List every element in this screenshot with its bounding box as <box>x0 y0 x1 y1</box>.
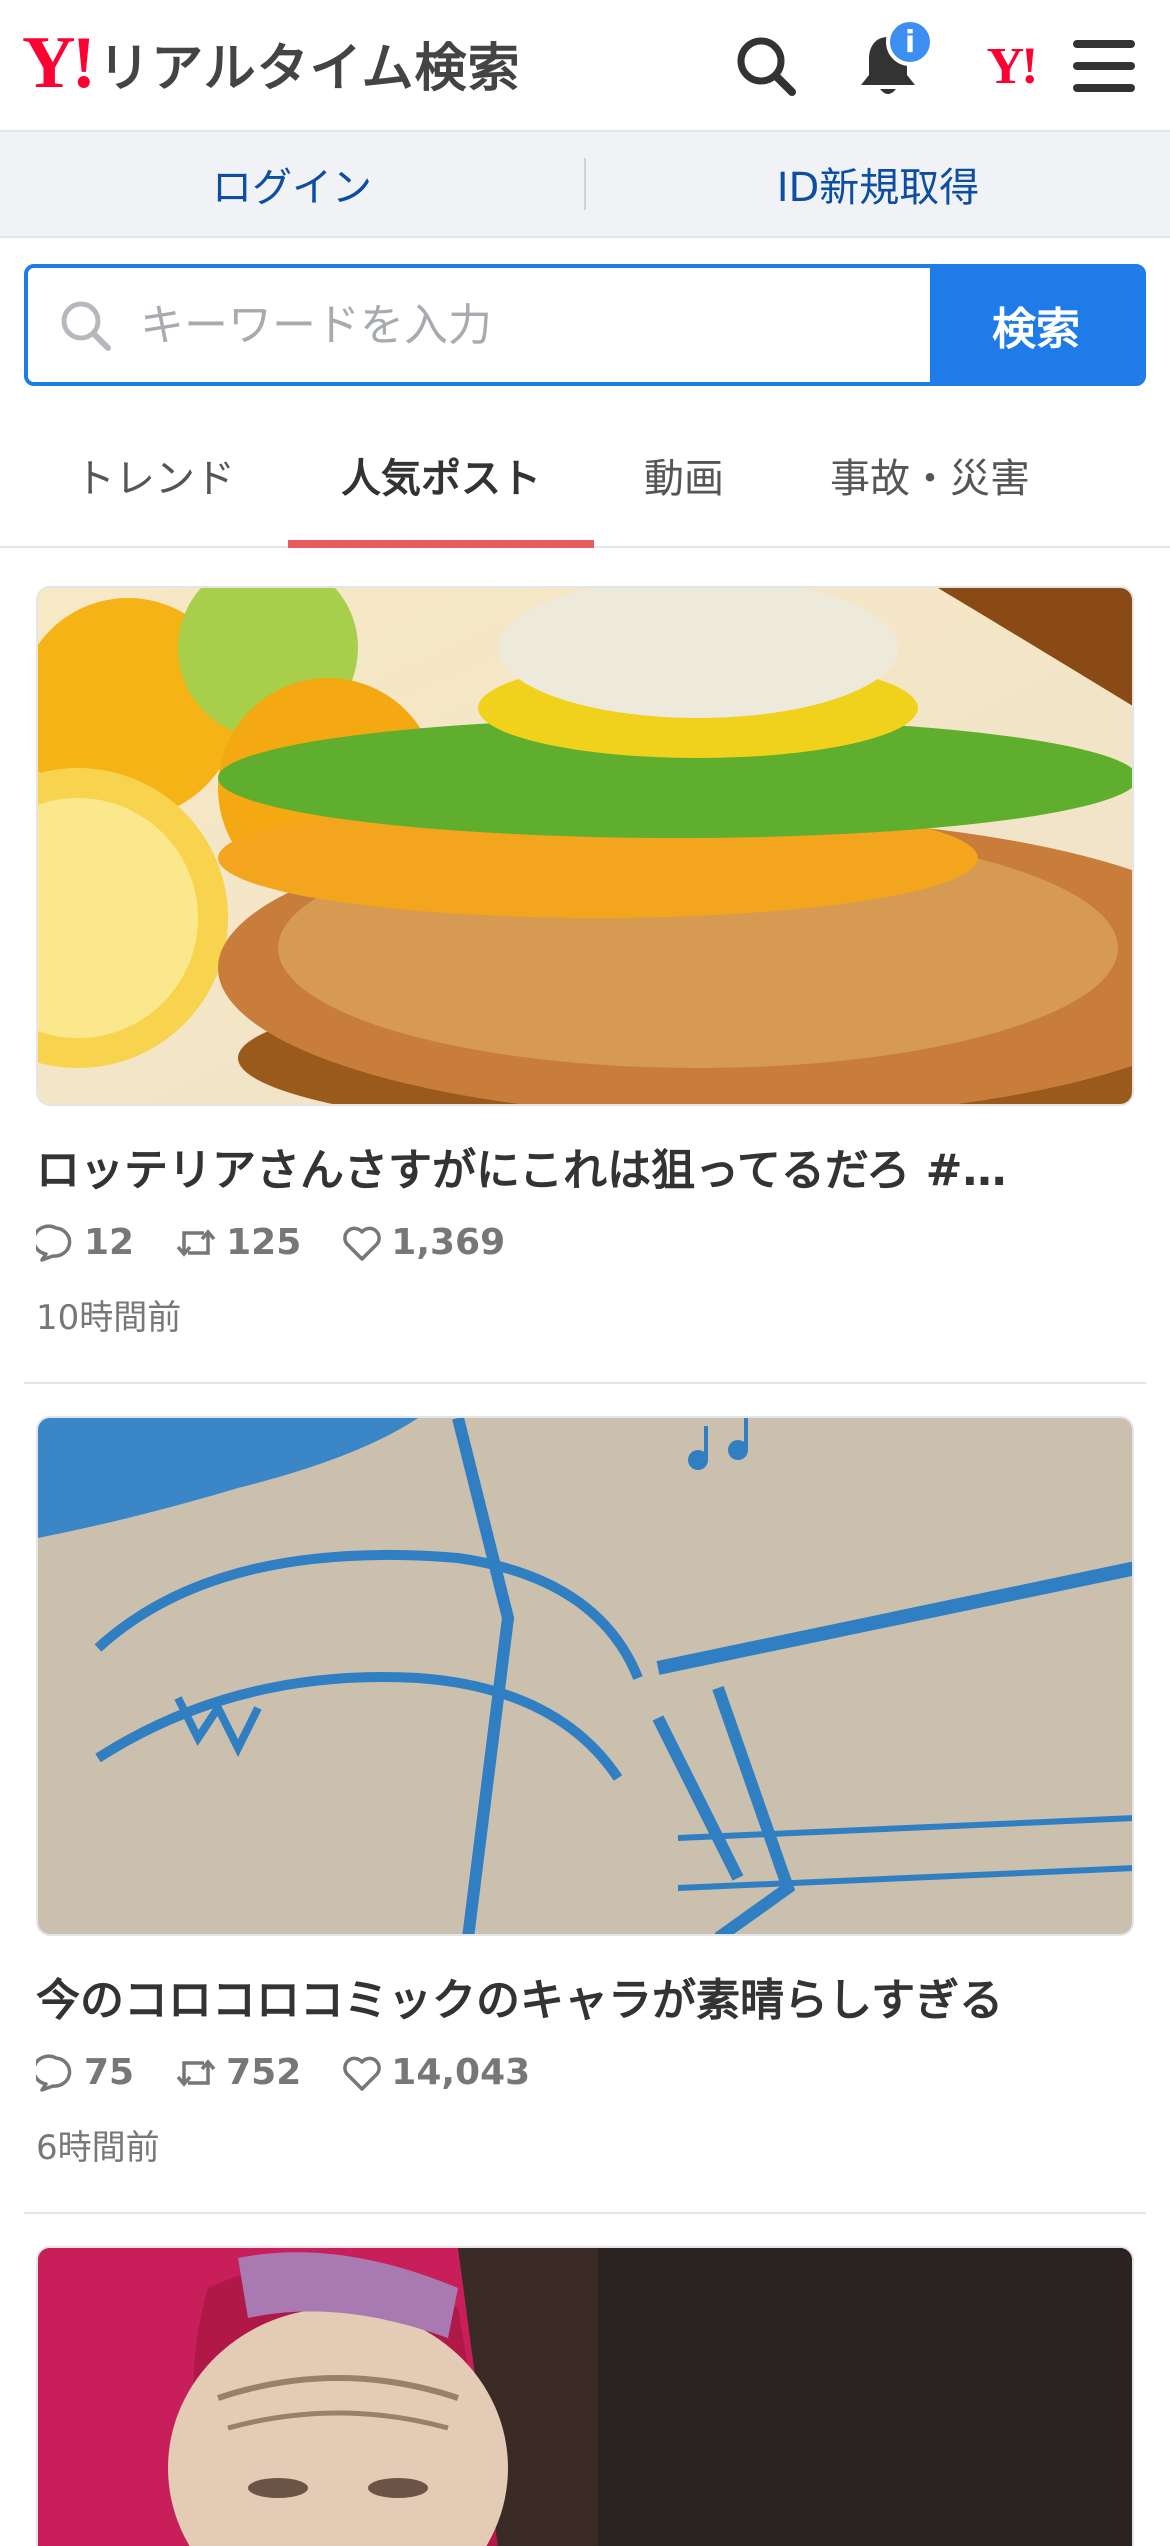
burger-photo <box>38 588 1132 1104</box>
category-tabs: トレンド 人気ポスト 動画 事故・災害 <box>0 404 1170 548</box>
repost-count: 125 <box>226 1222 302 1263</box>
register-link[interactable]: ID新規取得 <box>586 132 1170 236</box>
tab-popular-posts[interactable]: 人気ポスト <box>288 404 594 548</box>
post-timestamp: 6時間前 <box>36 2128 160 2168</box>
reply-stat[interactable]: 75 <box>36 2052 134 2093</box>
yahoo-logo-mark: Y! <box>22 22 96 104</box>
repost-icon <box>176 2058 216 2087</box>
app-header: Y! リアルタイム検索 i Y! <box>0 0 1170 132</box>
like-count: 1,369 <box>391 1222 506 1263</box>
reply-icon <box>36 2054 72 2092</box>
yahoo-japan-home-icon[interactable]: Y! <box>966 26 1056 106</box>
search-field-icon <box>61 301 111 351</box>
post-image[interactable] <box>36 2246 1134 2546</box>
yahoo-realtime-logo[interactable]: Y! リアルタイム検索 <box>22 22 521 104</box>
elderly-woman-photo <box>38 2248 1132 2546</box>
notification-badge: i <box>886 18 934 66</box>
repost-stat[interactable]: 752 <box>174 2052 301 2093</box>
reply-count: 75 <box>84 2052 135 2093</box>
card-divider <box>24 2212 1146 2214</box>
heart-icon <box>343 1226 382 1261</box>
search-button[interactable]: 検索 <box>930 268 1142 382</box>
search-input[interactable] <box>138 298 902 352</box>
post-title[interactable]: ロッテリアさんさすがにこれは狙ってるだろ #… <box>36 1134 1136 1198</box>
heart-icon <box>343 2056 382 2091</box>
repost-icon <box>176 1228 216 1257</box>
tab-video[interactable]: 動画 <box>600 404 768 546</box>
post-image[interactable] <box>36 1416 1134 1936</box>
like-stat[interactable]: 1,369 <box>341 1222 505 1263</box>
post-stats: 75 752 14,043 <box>36 2052 530 2093</box>
like-stat[interactable]: 14,043 <box>341 2052 530 2093</box>
reply-stat[interactable]: 12 <box>36 1222 134 1263</box>
notification-bell-icon[interactable]: i <box>848 18 934 106</box>
search-form: 検索 <box>24 264 1146 386</box>
login-link[interactable]: ログイン <box>0 132 584 236</box>
hamburger-menu-icon[interactable] <box>1064 26 1144 106</box>
repost-count: 752 <box>226 2052 302 2093</box>
like-count: 14,043 <box>391 2052 531 2093</box>
tab-trend[interactable]: トレンド <box>40 404 270 546</box>
repost-stat[interactable]: 125 <box>174 1222 301 1263</box>
post-image[interactable] <box>36 586 1134 1106</box>
manga-photo <box>38 1418 1132 1934</box>
post-title[interactable]: 今のコロコロコミックのキャラが素晴らしすぎる <box>36 1964 1136 2028</box>
post-stats: 12 125 1,369 <box>36 1222 505 1263</box>
post-timestamp: 10時間前 <box>36 1298 182 1338</box>
card-divider <box>24 1382 1146 1384</box>
yahoo-japan-logo: Y! <box>986 37 1039 95</box>
search-box <box>28 268 930 382</box>
reply-count: 12 <box>84 1222 135 1263</box>
reply-icon <box>36 1224 72 1262</box>
tab-accident-disaster[interactable]: 事故・災害 <box>790 404 1070 546</box>
account-bar: ログイン ID新規取得 <box>0 132 1170 238</box>
search-icon[interactable] <box>726 26 806 106</box>
logo-title: リアルタイム検索 <box>98 38 521 99</box>
